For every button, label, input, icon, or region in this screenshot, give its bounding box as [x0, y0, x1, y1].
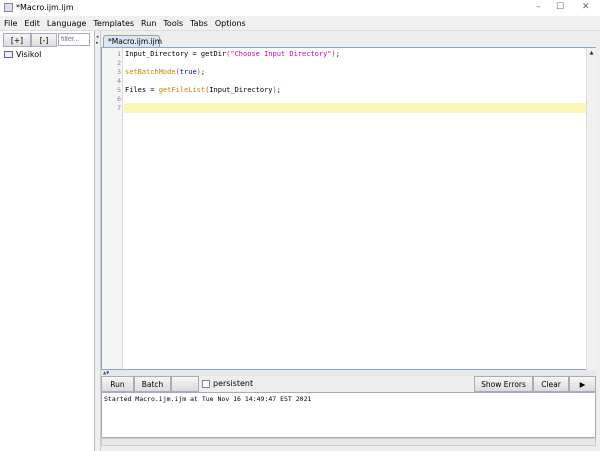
play-button[interactable]: ▶	[569, 376, 596, 392]
maximize-button[interactable]: ☐	[556, 2, 564, 12]
code-token: Files =	[125, 86, 159, 94]
persistent-checkbox[interactable]: persistent	[202, 379, 253, 388]
clear-button[interactable]: Clear	[533, 376, 569, 392]
line-number: 7	[117, 104, 121, 112]
file-tree-panel: [+] [-] Visikol	[0, 31, 95, 451]
line-number: 4	[117, 77, 121, 85]
batch-button[interactable]: Batch	[134, 376, 171, 392]
blank-button[interactable]	[171, 376, 199, 392]
code-token: setBatchMode	[125, 68, 176, 76]
code-line: setBatchMode(true);	[125, 68, 205, 76]
window-title: *Macro.ijm.ijm	[16, 3, 74, 12]
title-bar: *Macro.ijm.ijm – ☐ ✕	[0, 0, 600, 16]
menu-tabs[interactable]: Tabs	[190, 19, 208, 28]
menu-tools[interactable]: Tools	[163, 19, 183, 28]
minimize-button[interactable]: –	[536, 2, 541, 12]
tree-item-label: Visikol	[16, 50, 42, 59]
console-output[interactable]: Started Macro.ijm.ijm at Tue Nov 16 14:4…	[101, 392, 596, 438]
code-token: Input_Directory =	[125, 50, 201, 58]
tree-item-visikol[interactable]: Visikol	[4, 50, 41, 59]
code-token: ;	[335, 50, 340, 58]
menu-templates[interactable]: Templates	[93, 19, 134, 28]
code-token: ;	[276, 86, 281, 94]
menu-bar: File Edit Language Templates Run Tools T…	[0, 16, 600, 31]
app-icon	[4, 3, 13, 12]
folder-icon	[4, 51, 13, 58]
code-token: true	[179, 68, 197, 76]
code-token: getFileList	[158, 86, 206, 94]
persistent-label: persistent	[213, 379, 254, 388]
code-editor[interactable]: 1 Input_Directory = getDir("Choose Input …	[101, 47, 596, 370]
console-output-text: Started Macro.ijm.ijm at Tue Nov 16 14:4…	[104, 395, 312, 403]
menu-file[interactable]: File	[4, 19, 17, 28]
current-line-highlight	[124, 103, 594, 113]
line-number: 1	[117, 50, 121, 58]
tab-macro[interactable]: *Macro.ijm.ijm	[103, 35, 162, 47]
console-horizontal-scrollbar[interactable]	[101, 438, 596, 446]
menu-run[interactable]: Run	[141, 19, 156, 28]
close-button[interactable]: ✕	[582, 2, 590, 12]
code-line: Input_Directory = getDir("Choose Input D…	[125, 50, 340, 58]
line-number: 6	[117, 95, 121, 103]
editor-vertical-scrollbar[interactable]: ▲	[586, 48, 596, 370]
code-token: ;	[200, 68, 206, 76]
line-number: 2	[117, 59, 121, 67]
expand-button[interactable]: [+]	[3, 33, 31, 47]
code-token: Input_Directory	[209, 86, 273, 94]
console-toolbar: Run Batch persistent Show Errors Clear ▶	[101, 376, 596, 392]
menu-options[interactable]: Options	[215, 19, 246, 28]
run-button[interactable]: Run	[101, 376, 134, 392]
menu-language[interactable]: Language	[47, 19, 86, 28]
collapse-button[interactable]: [-]	[31, 33, 57, 47]
code-token: "Choose Input Directory"	[230, 50, 332, 58]
code-line: Files = getFileList(Input_Directory);	[125, 86, 281, 94]
show-errors-button[interactable]: Show Errors	[474, 376, 533, 392]
line-number: 5	[117, 86, 121, 94]
menu-edit[interactable]: Edit	[24, 19, 40, 28]
checkbox-icon	[202, 379, 210, 388]
line-number: 3	[117, 68, 121, 76]
filter-input[interactable]	[58, 33, 90, 46]
code-token: getDir	[200, 50, 227, 58]
